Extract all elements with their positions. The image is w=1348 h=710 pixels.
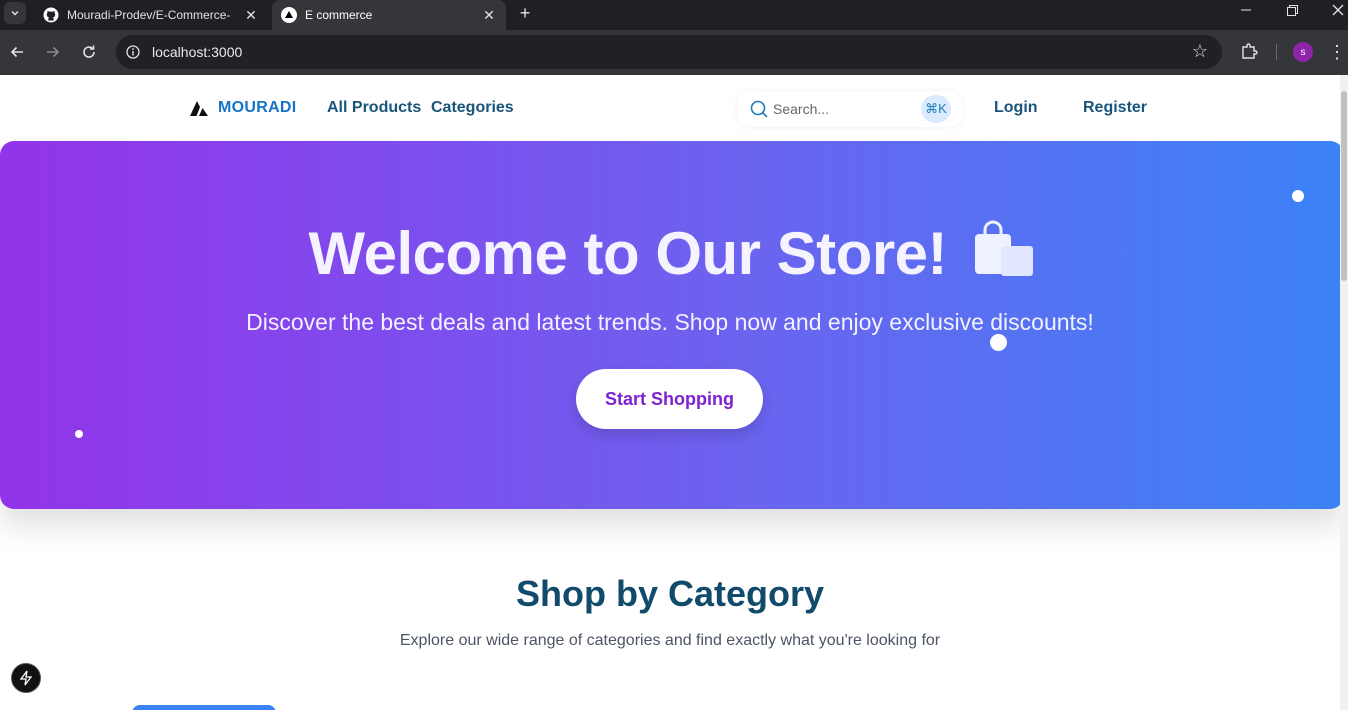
browser-tab-github[interactable]: Mouradi-Prodev/E-Commerce- ✕ [34, 0, 268, 30]
tab-title: E commerce [305, 8, 373, 22]
lightning-icon [19, 670, 33, 686]
search-box[interactable]: ⌘K [737, 91, 962, 127]
register-link[interactable]: Register [1083, 99, 1147, 117]
search-input[interactable] [773, 99, 913, 119]
search-shortcut-badge: ⌘K [921, 95, 951, 123]
category-card-peek[interactable] [132, 705, 276, 710]
nav-link-categories[interactable]: Categories [431, 99, 514, 117]
arrow-right-icon [47, 46, 60, 58]
search-icon [750, 100, 768, 118]
nav-link-all-products[interactable]: All Products [327, 99, 421, 117]
section-title: Shop by Category [515, 573, 825, 614]
login-link[interactable]: Login [994, 99, 1038, 117]
close-window-button[interactable] [1318, 0, 1348, 20]
vercel-triangle-icon [281, 7, 297, 23]
web-page: MOURADI All Products Categories ⌘K Login… [0, 75, 1348, 710]
extensions-icon[interactable] [1238, 40, 1260, 62]
hero-title-row: Welcome to Our Store! [0, 219, 1344, 288]
forward-button[interactable] [40, 39, 66, 65]
dev-tools-badge[interactable] [11, 663, 41, 693]
hero-title: Welcome to Our Store! [308, 220, 948, 287]
page-scrollbar[interactable] [1340, 75, 1348, 710]
browser-tab-strip: Mouradi-Prodev/E-Commerce- ✕ E commerce … [0, 0, 1348, 30]
github-icon [43, 7, 59, 23]
reload-icon [83, 45, 95, 58]
close-icon [1332, 4, 1344, 16]
scrollbar-thumb[interactable] [1341, 91, 1347, 281]
minimize-icon [1241, 9, 1251, 11]
site-info-icon[interactable] [124, 43, 142, 61]
minimize-window-button[interactable] [1226, 0, 1266, 20]
profile-avatar[interactable]: s [1293, 42, 1313, 62]
decorative-dot [1292, 190, 1304, 202]
bookmark-star-icon[interactable]: ☆ [1192, 41, 1208, 62]
close-tab-icon[interactable]: ✕ [480, 6, 498, 24]
hero-subtitle: Discover the best deals and latest trend… [246, 309, 1094, 335]
site-logo[interactable]: MOURADI [190, 99, 297, 117]
restore-window-button[interactable] [1272, 0, 1312, 20]
restore-icon [1286, 4, 1298, 16]
new-tab-button[interactable]: + [514, 2, 536, 24]
tab-search-button[interactable] [4, 2, 26, 24]
logo-text: MOURADI [218, 99, 297, 116]
toolbar-divider [1276, 44, 1277, 60]
browser-toolbar: localhost:3000 ☆ [0, 30, 1348, 75]
decorative-dot [75, 430, 83, 438]
arrow-left-icon [10, 46, 23, 58]
reload-button[interactable] [76, 39, 102, 65]
back-button[interactable] [4, 39, 30, 65]
section-subtitle: Explore our wide range of categories and… [399, 632, 941, 649]
decorative-dot [990, 334, 1007, 351]
url-text: localhost:3000 [152, 44, 243, 60]
close-tab-icon[interactable]: ✕ [242, 6, 260, 24]
logo-mark-icon [190, 101, 208, 116]
browser-tab-ecommerce[interactable]: E commerce ✕ [272, 0, 506, 30]
shopping-bags-icon [975, 220, 1034, 276]
address-bar[interactable]: localhost:3000 ☆ [116, 35, 1222, 69]
browser-menu-icon[interactable]: ⋮ [1328, 40, 1346, 64]
tab-title: Mouradi-Prodev/E-Commerce- [67, 8, 231, 22]
site-navbar: MOURADI All Products Categories ⌘K Login… [0, 75, 1340, 141]
hero-banner: Welcome to Our Store! Discover the best … [0, 141, 1344, 509]
chevron-down-icon [11, 10, 19, 16]
start-shopping-button[interactable]: Start Shopping [576, 369, 763, 429]
